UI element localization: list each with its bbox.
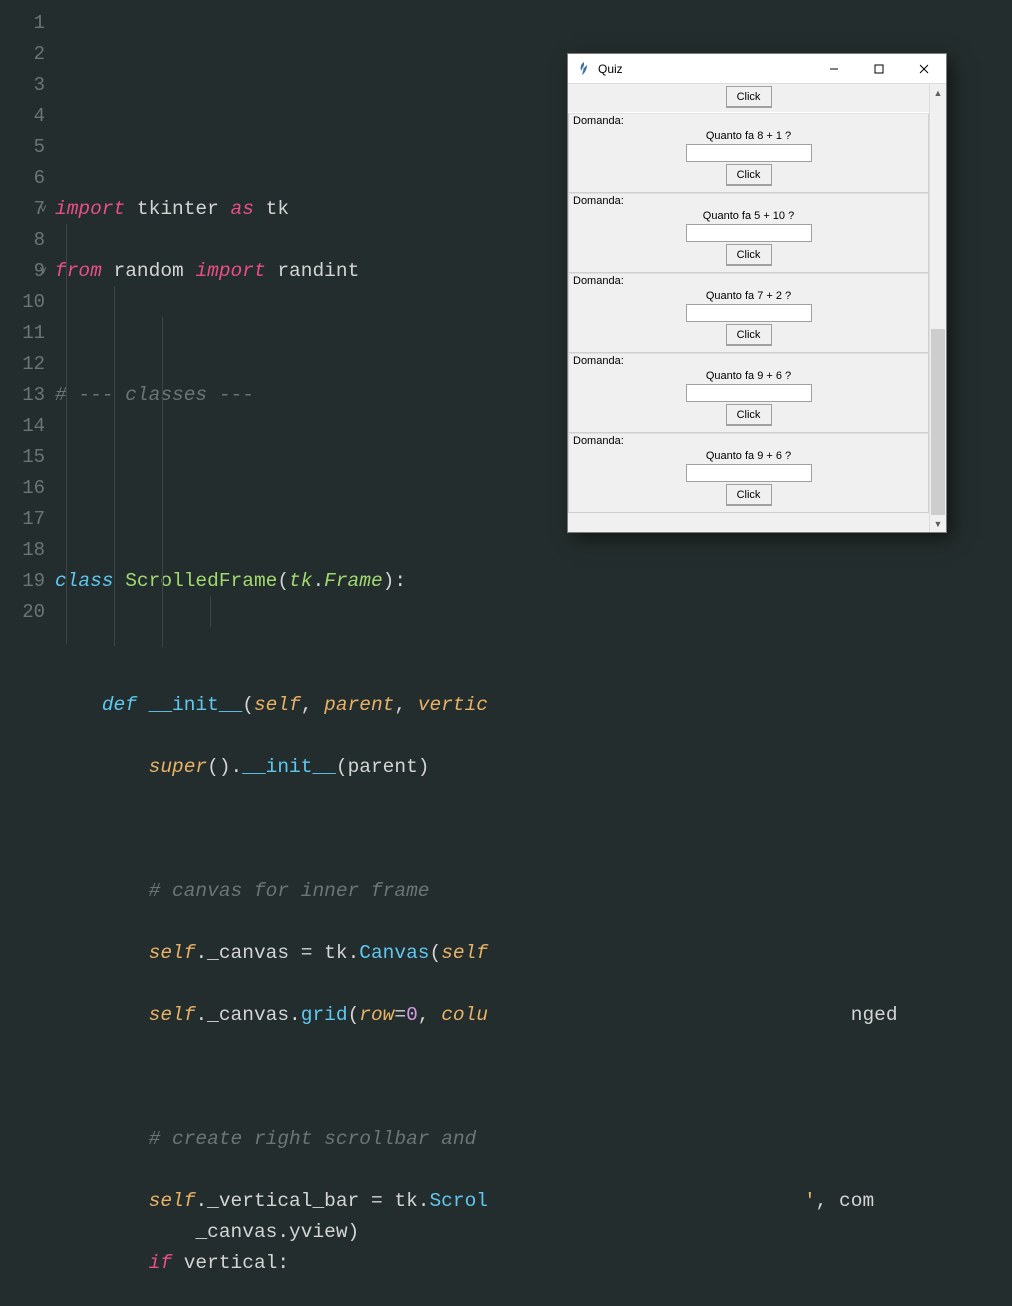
quiz-item: Domanda: Quanto fa 8 + 1 ? Click xyxy=(568,113,929,193)
close-button[interactable] xyxy=(901,54,946,84)
scroll-thumb[interactable] xyxy=(931,329,945,515)
maximize-button[interactable] xyxy=(856,54,901,84)
click-button[interactable]: Click xyxy=(726,164,772,186)
quiz-question: Quanto fa 7 + 2 ? xyxy=(573,290,924,302)
click-button[interactable]: Click xyxy=(726,244,772,266)
click-button[interactable]: Click xyxy=(726,324,772,346)
answer-input[interactable] xyxy=(686,384,812,402)
quiz-legend: Domanda: xyxy=(571,355,626,367)
answer-input[interactable] xyxy=(686,224,812,242)
quiz-item: Domanda: Quanto fa 9 + 6 ? Click xyxy=(568,433,929,513)
click-button[interactable]: Click xyxy=(726,86,772,108)
quiz-question: Quanto fa 8 + 1 ? xyxy=(573,130,924,142)
quiz-question: Quanto fa 5 + 10 ? xyxy=(573,210,924,222)
scroll-track[interactable] xyxy=(930,101,946,515)
answer-input[interactable] xyxy=(686,144,812,162)
quiz-content: Click Domanda: Quanto fa 8 + 1 ? Click D… xyxy=(568,84,929,532)
quiz-legend: Domanda: xyxy=(571,435,626,447)
titlebar[interactable]: Quiz xyxy=(568,54,946,84)
line-gutter: 1 2 3 4 5 6 7 8 9 10 11 12 13 14 15 16 1… xyxy=(0,0,55,653)
scroll-up-icon[interactable]: ▲ xyxy=(930,84,946,101)
answer-input[interactable] xyxy=(686,464,812,482)
scroll-down-icon[interactable]: ▼ xyxy=(930,515,946,532)
quiz-legend: Domanda: xyxy=(571,195,626,207)
quiz-window: Quiz Click Domanda: Quanto fa 8 + 1 ? Cl… xyxy=(567,53,947,533)
quiz-item-partial: Click xyxy=(568,86,929,113)
click-button[interactable]: Click xyxy=(726,484,772,506)
click-button[interactable]: Click xyxy=(726,404,772,426)
quiz-item: Domanda: Quanto fa 7 + 2 ? Click xyxy=(568,273,929,353)
quiz-item: Domanda: Quanto fa 5 + 10 ? Click xyxy=(568,193,929,273)
tk-feather-icon xyxy=(576,61,592,77)
window-title: Quiz xyxy=(598,62,811,76)
quiz-legend: Domanda: xyxy=(571,115,626,127)
quiz-question: Quanto fa 9 + 6 ? xyxy=(573,370,924,382)
window-body: Click Domanda: Quanto fa 8 + 1 ? Click D… xyxy=(568,84,946,532)
minimize-button[interactable] xyxy=(811,54,856,84)
quiz-legend: Domanda: xyxy=(571,275,626,287)
quiz-question: Quanto fa 9 + 6 ? xyxy=(573,450,924,462)
scrollbar[interactable]: ▲ ▼ xyxy=(929,84,946,532)
quiz-item: Domanda: Quanto fa 9 + 6 ? Click xyxy=(568,353,929,433)
answer-input[interactable] xyxy=(686,304,812,322)
